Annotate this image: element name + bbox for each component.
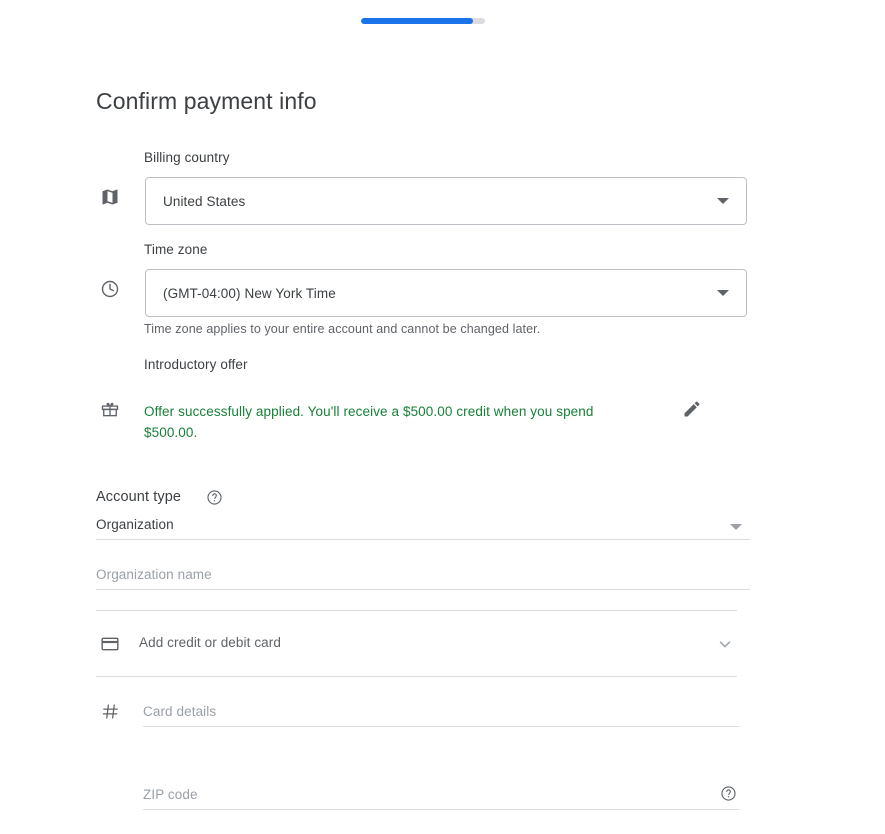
introductory-offer-label: Introductory offer [144,357,248,372]
gift-icon [98,397,122,421]
time-zone-helper-text: Time zone applies to your entire account… [144,322,541,336]
credit-card-icon [98,632,122,656]
progress-fill [361,18,473,24]
zip-code-placeholder: ZIP code [143,787,198,802]
map-icon [98,185,122,209]
account-type-label: Account type [96,489,182,505]
hash-icon [98,699,122,723]
triangle-down-icon [730,524,742,530]
billing-country-value: United States [163,193,246,209]
add-card-title: Add credit or debit card [139,635,281,650]
triangle-down-icon [717,290,729,296]
section-divider-bottom [96,676,737,677]
offer-applied-message: Offer successfully applied. You'll recei… [144,404,594,440]
help-circle-icon[interactable] [718,783,738,803]
triangle-down-icon [717,198,729,204]
help-circle-icon[interactable] [204,487,224,507]
zip-code-input[interactable]: ZIP code [143,778,739,810]
organization-name-placeholder: Organization name [96,567,212,582]
account-type-select[interactable]: Organization [96,508,750,540]
time-zone-label: Time zone [144,242,208,257]
page-title: Confirm payment info [96,88,317,114]
card-details-placeholder: Card details [143,704,217,719]
time-zone-value: (GMT-04:00) New York Time [163,285,336,301]
time-zone-select[interactable]: (GMT-04:00) New York Time [145,269,747,317]
organization-name-input[interactable]: Organization name [96,558,750,590]
account-type-value: Organization [96,517,174,532]
signup-progress-bar [361,18,485,24]
clock-icon [98,277,122,301]
chevron-down-icon[interactable] [716,635,734,653]
billing-country-label: Billing country [144,150,230,165]
billing-country-select[interactable]: United States [145,177,747,225]
section-divider-top [96,610,737,611]
card-details-input[interactable]: Card details [143,695,739,727]
pencil-icon[interactable] [680,397,704,421]
